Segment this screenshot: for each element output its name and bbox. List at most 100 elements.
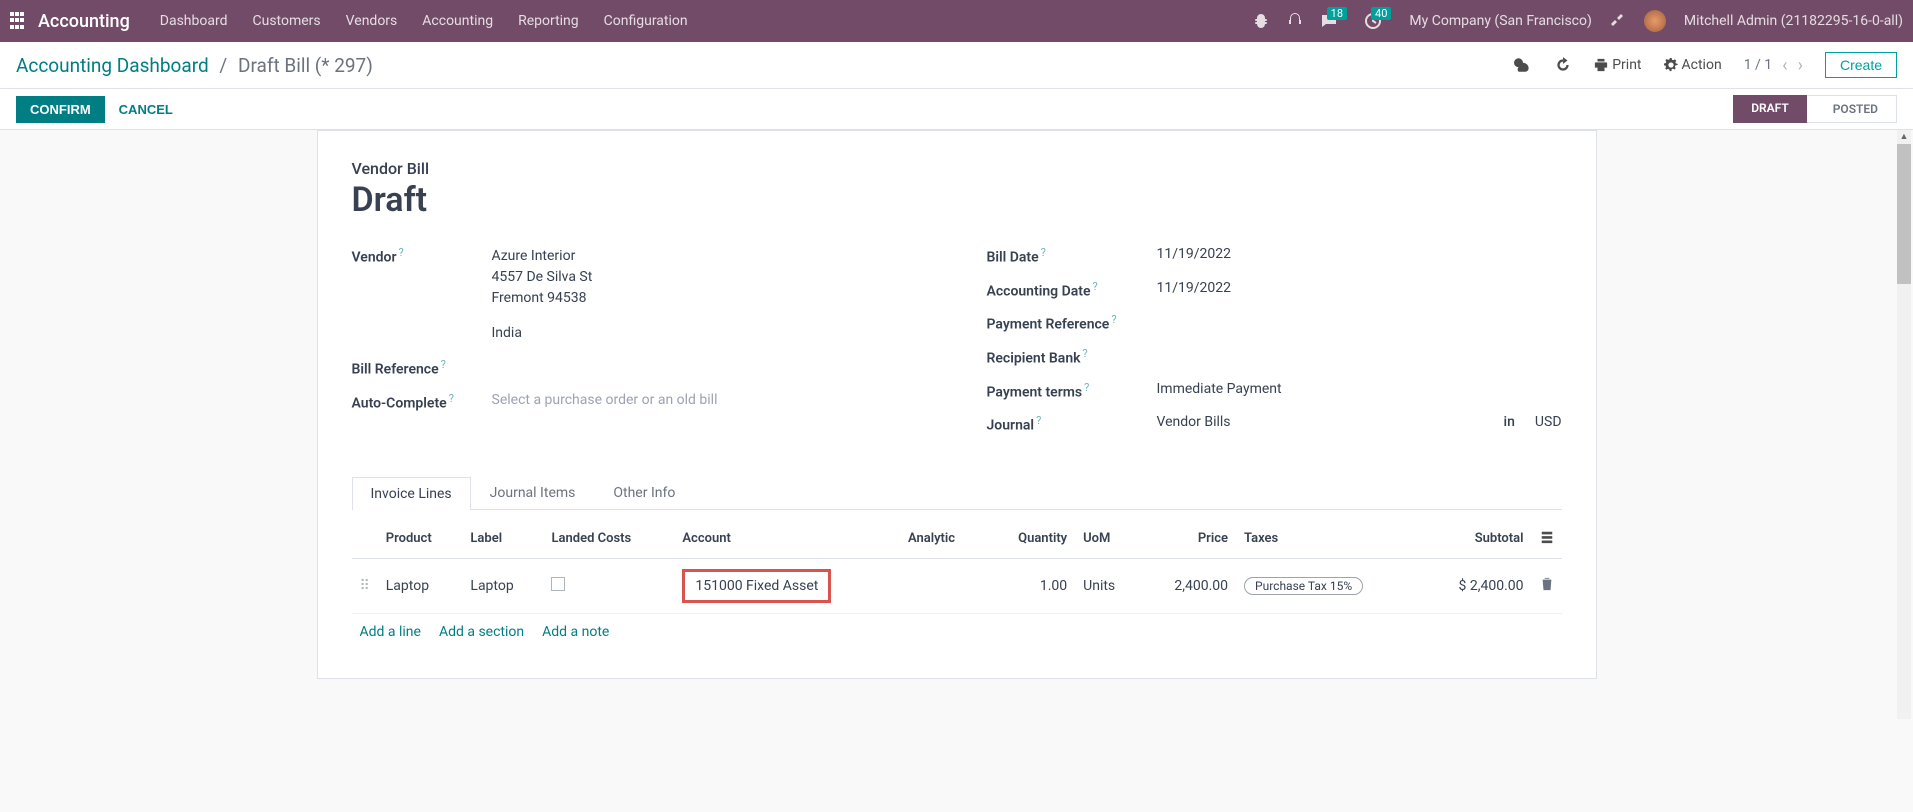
journal-field[interactable]: Vendor Bills xyxy=(1157,414,1484,430)
help-icon[interactable]: ? xyxy=(449,392,454,405)
app-brand[interactable]: Accounting xyxy=(38,11,130,32)
tab-invoice-lines[interactable]: Invoice Lines xyxy=(352,477,471,510)
cell-product[interactable]: Laptop xyxy=(378,558,463,613)
support-icon[interactable] xyxy=(1287,13,1303,29)
bill-date-field[interactable]: 11/19/2022 xyxy=(1157,246,1562,262)
status-posted[interactable]: POSTED xyxy=(1807,95,1897,123)
cancel-button[interactable]: CANCEL xyxy=(105,96,187,123)
auto-complete-field[interactable]: Select a purchase order or an old bill xyxy=(492,392,927,408)
scrollbar[interactable]: ▲ xyxy=(1897,130,1911,719)
th-taxes[interactable]: Taxes xyxy=(1236,520,1421,559)
label-bill-date: Bill Date xyxy=(987,250,1039,266)
th-account[interactable]: Account xyxy=(674,520,900,559)
th-uom[interactable]: UoM xyxy=(1075,520,1141,559)
help-icon[interactable]: ? xyxy=(399,246,404,259)
add-note-link[interactable]: Add a note xyxy=(542,624,609,640)
cell-account[interactable]: 151000 Fixed Asset xyxy=(674,558,900,613)
form-sheet: Vendor Bill Draft Vendor? Azure Interior… xyxy=(317,130,1597,679)
menu-reporting[interactable]: Reporting xyxy=(518,13,579,29)
table-row[interactable]: ⠿ Laptop Laptop 151000 Fixed Asset 1.00 … xyxy=(352,558,1562,613)
currency-field[interactable]: USD xyxy=(1535,414,1562,430)
columns-settings-icon[interactable] xyxy=(1540,530,1554,544)
tax-chip[interactable]: Purchase Tax 15% xyxy=(1244,577,1363,595)
activities-badge: 40 xyxy=(1371,7,1391,20)
apps-icon[interactable] xyxy=(10,12,28,30)
create-button[interactable]: Create xyxy=(1825,52,1897,78)
delete-row-icon[interactable] xyxy=(1532,558,1562,613)
status-draft[interactable]: DRAFT xyxy=(1733,95,1807,123)
cell-analytic[interactable] xyxy=(900,558,986,613)
drag-handle-icon[interactable]: ⠿ xyxy=(352,558,378,613)
th-price[interactable]: Price xyxy=(1141,520,1236,559)
doc-type: Vendor Bill xyxy=(352,159,1562,178)
bug-icon[interactable] xyxy=(1253,13,1269,29)
label-payment-reference: Payment Reference xyxy=(987,317,1110,333)
status-bar: CONFIRM CANCEL DRAFT POSTED xyxy=(0,89,1913,130)
vendor-field[interactable]: Azure Interior 4557 De Silva St Fremont … xyxy=(492,246,927,344)
label-accounting-date: Accounting Date xyxy=(987,283,1091,299)
confirm-button[interactable]: CONFIRM xyxy=(16,96,105,123)
help-icon[interactable]: ? xyxy=(1041,246,1046,259)
menu-dashboard[interactable]: Dashboard xyxy=(160,13,228,29)
cloud-upload-icon[interactable] xyxy=(1514,56,1532,74)
scroll-up-icon[interactable]: ▲ xyxy=(1897,130,1911,144)
th-quantity[interactable]: Quantity xyxy=(986,520,1075,559)
payment-terms-field[interactable]: Immediate Payment xyxy=(1157,381,1562,397)
label-journal: Journal xyxy=(987,418,1035,434)
label-in: in xyxy=(1504,414,1515,430)
th-product[interactable]: Product xyxy=(378,520,463,559)
cell-landed[interactable] xyxy=(543,558,674,613)
action-label: Action xyxy=(1682,57,1722,73)
scrollbar-thumb[interactable] xyxy=(1897,144,1911,284)
add-line-link[interactable]: Add a line xyxy=(360,624,421,640)
pager-prev-icon[interactable]: ‹ xyxy=(1782,55,1787,76)
main-menu: Dashboard Customers Vendors Accounting R… xyxy=(160,13,688,29)
menu-accounting[interactable]: Accounting xyxy=(422,13,493,29)
avatar[interactable] xyxy=(1644,10,1666,32)
help-icon[interactable]: ? xyxy=(441,358,446,371)
cell-quantity[interactable]: 1.00 xyxy=(986,558,1075,613)
help-icon[interactable]: ? xyxy=(1036,414,1041,427)
print-label: Print xyxy=(1612,57,1641,73)
th-analytic[interactable]: Analytic xyxy=(900,520,986,559)
vendor-name: Azure Interior xyxy=(492,246,927,267)
label-vendor: Vendor xyxy=(352,250,397,266)
discard-icon[interactable] xyxy=(1554,56,1572,74)
cell-taxes[interactable]: Purchase Tax 15% xyxy=(1236,558,1421,613)
print-button[interactable]: Print xyxy=(1594,57,1641,73)
tab-other-info[interactable]: Other Info xyxy=(594,476,694,509)
pager-next-icon[interactable]: › xyxy=(1798,55,1803,76)
breadcrumb-current: Draft Bill (* 297) xyxy=(238,54,373,77)
action-button[interactable]: Action xyxy=(1664,57,1722,73)
help-icon[interactable]: ? xyxy=(1092,280,1097,293)
pager-value[interactable]: 1 / 1 xyxy=(1744,57,1772,73)
accounting-date-field[interactable]: 11/19/2022 xyxy=(1157,280,1562,296)
print-icon xyxy=(1594,58,1608,72)
vendor-city: Fremont 94538 xyxy=(492,288,927,309)
tools-icon[interactable] xyxy=(1610,13,1626,29)
user-name[interactable]: Mitchell Admin (21182295-16-0-all) xyxy=(1684,13,1903,29)
cell-subtotal: $ 2,400.00 xyxy=(1421,558,1532,613)
status-pills: DRAFT POSTED xyxy=(1733,95,1897,123)
gear-icon xyxy=(1664,58,1678,72)
breadcrumb-parent[interactable]: Accounting Dashboard xyxy=(16,54,209,77)
menu-vendors[interactable]: Vendors xyxy=(346,13,398,29)
help-icon[interactable]: ? xyxy=(1111,313,1116,326)
landed-checkbox[interactable] xyxy=(551,577,565,591)
tab-journal-items[interactable]: Journal Items xyxy=(471,476,595,509)
th-subtotal[interactable]: Subtotal xyxy=(1421,520,1532,559)
th-label[interactable]: Label xyxy=(462,520,543,559)
form-left-column: Vendor? Azure Interior 4557 De Silva St … xyxy=(352,246,927,448)
cell-label[interactable]: Laptop xyxy=(462,558,543,613)
menu-customers[interactable]: Customers xyxy=(253,13,321,29)
cell-price[interactable]: 2,400.00 xyxy=(1141,558,1236,613)
add-section-link[interactable]: Add a section xyxy=(439,624,524,640)
help-icon[interactable]: ? xyxy=(1084,381,1089,394)
company-switcher[interactable]: My Company (San Francisco) xyxy=(1409,13,1591,29)
th-landed[interactable]: Landed Costs xyxy=(543,520,674,559)
help-icon[interactable]: ? xyxy=(1083,347,1088,360)
label-bill-reference: Bill Reference xyxy=(352,362,439,378)
cell-uom[interactable]: Units xyxy=(1075,558,1141,613)
breadcrumb-sep: / xyxy=(219,54,227,77)
menu-configuration[interactable]: Configuration xyxy=(604,13,688,29)
